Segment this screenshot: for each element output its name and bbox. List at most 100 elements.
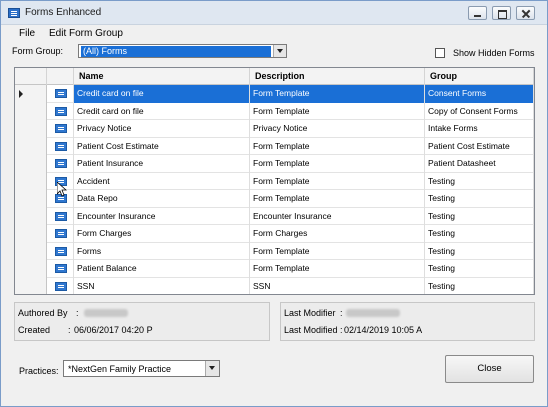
- description-cell[interactable]: Form Template: [250, 190, 425, 208]
- description-cell[interactable]: Form Template: [250, 172, 425, 190]
- column-header-description[interactable]: Description: [250, 68, 425, 85]
- icon-cell: [47, 242, 74, 260]
- practices-dropdown[interactable]: *NextGen Family Practice: [63, 360, 220, 377]
- description-cell[interactable]: Form Template: [250, 137, 425, 155]
- description-cell[interactable]: Form Charges: [250, 225, 425, 243]
- table-row[interactable]: Patient Cost Estimate Form Template Patien…: [15, 137, 534, 155]
- table-row[interactable]: Credit card on file Form Template Consent …: [15, 85, 534, 103]
- row-header-cell[interactable]: [15, 137, 47, 155]
- group-cell[interactable]: Consent Forms: [425, 85, 534, 103]
- close-window-button[interactable]: [516, 6, 535, 20]
- icon-cell: [47, 85, 74, 103]
- name-cell[interactable]: Patient Insurance: [74, 155, 250, 173]
- show-hidden-forms-checkbox[interactable]: [435, 48, 445, 58]
- group-cell[interactable]: Testing: [425, 225, 534, 243]
- form-icon: [55, 106, 67, 116]
- name-cell[interactable]: Privacy Notice: [74, 120, 250, 138]
- row-header-cell[interactable]: [15, 207, 47, 225]
- last-modifier-label: Last Modifier: [284, 308, 336, 318]
- row-header-cell[interactable]: [15, 190, 47, 208]
- window-title: Forms Enhanced: [25, 7, 102, 18]
- name-cell[interactable]: Data Repo: [74, 190, 250, 208]
- icon-cell: [47, 277, 74, 294]
- practices-label: Practices:: [19, 366, 59, 376]
- form-group-label: Form Group:: [12, 46, 64, 56]
- name-cell[interactable]: Credit card on file: [74, 102, 250, 120]
- menu-bar: File Edit Form Group: [1, 26, 547, 42]
- menu-file[interactable]: File: [19, 28, 35, 39]
- forms-app-icon: [8, 8, 20, 18]
- maximize-button[interactable]: [492, 6, 511, 20]
- form-icon: [55, 89, 67, 98]
- table-row[interactable]: Patient Insurance Form Template Patient Da…: [15, 155, 534, 173]
- authoring-info-panel: Authored By : Created : 06/06/2017 04:20…: [14, 302, 270, 341]
- last-modified-value: 02/14/2019 10:05 A: [344, 325, 423, 335]
- group-cell[interactable]: Testing: [425, 207, 534, 225]
- table-row[interactable]: SSN SSN Testing: [15, 277, 534, 294]
- row-header-cell[interactable]: [15, 277, 47, 294]
- name-cell[interactable]: Patient Cost Estimate: [74, 137, 250, 155]
- icon-cell: [47, 137, 74, 155]
- row-header-cell[interactable]: [15, 172, 47, 190]
- form-icon: [55, 281, 67, 291]
- group-cell[interactable]: Testing: [425, 277, 534, 294]
- description-cell[interactable]: SSN: [250, 277, 425, 294]
- column-header-name[interactable]: Name: [74, 68, 250, 85]
- row-header-cell[interactable]: [15, 120, 47, 138]
- group-cell[interactable]: Testing: [425, 190, 534, 208]
- row-header-cell[interactable]: [15, 260, 47, 278]
- description-cell[interactable]: Privacy Notice: [250, 120, 425, 138]
- form-icon: [55, 124, 67, 133]
- form-icon: [55, 264, 67, 273]
- group-cell[interactable]: Patient Cost Estimate: [425, 137, 534, 155]
- table-row[interactable]: Accident Form Template Testing: [15, 172, 534, 190]
- form-icon: [55, 246, 67, 256]
- name-cell[interactable]: Credit card on file: [74, 85, 250, 103]
- table-row[interactable]: Data Repo Form Template Testing: [15, 190, 534, 208]
- row-header-cell[interactable]: [15, 85, 47, 103]
- table-row[interactable]: Forms Form Template Testing: [15, 242, 534, 260]
- name-cell[interactable]: Patient Balance: [74, 260, 250, 278]
- name-cell[interactable]: Encounter Insurance: [74, 207, 250, 225]
- column-header-group[interactable]: Group: [425, 68, 534, 85]
- group-cell[interactable]: Intake Forms: [425, 120, 534, 138]
- minimize-button[interactable]: [468, 6, 487, 20]
- form-group-dropdown[interactable]: (All) Forms: [78, 44, 287, 58]
- icon-cell: [47, 260, 74, 278]
- group-cell[interactable]: Copy of Consent Forms: [425, 102, 534, 120]
- name-cell[interactable]: Accident: [74, 172, 250, 190]
- group-cell[interactable]: Patient Datasheet: [425, 155, 534, 173]
- name-cell[interactable]: SSN: [74, 277, 250, 294]
- row-header-cell[interactable]: [15, 155, 47, 173]
- description-cell[interactable]: Form Template: [250, 155, 425, 173]
- icon-cell: [47, 225, 74, 243]
- group-cell[interactable]: Testing: [425, 242, 534, 260]
- description-cell[interactable]: Form Template: [250, 242, 425, 260]
- table-row[interactable]: Privacy Notice Privacy Notice Intake Forms: [15, 120, 534, 138]
- menu-edit-form-group[interactable]: Edit Form Group: [49, 28, 123, 39]
- title-bar: Forms Enhanced: [1, 1, 547, 25]
- chevron-down-icon[interactable]: [273, 45, 286, 57]
- icon-cell: [47, 102, 74, 120]
- group-cell[interactable]: Testing: [425, 260, 534, 278]
- description-cell[interactable]: Form Template: [250, 260, 425, 278]
- form-group-value: (All) Forms: [81, 46, 271, 57]
- table-row[interactable]: Patient Balance Form Template Testing: [15, 260, 534, 278]
- description-cell[interactable]: Encounter Insurance: [250, 207, 425, 225]
- name-cell[interactable]: Form Charges: [74, 225, 250, 243]
- close-button[interactable]: Close: [445, 355, 534, 383]
- table-row[interactable]: Form Charges Form Charges Testing: [15, 225, 534, 243]
- icon-column: [47, 68, 74, 85]
- last-modifier-colon: :: [340, 308, 343, 318]
- group-cell[interactable]: Testing: [425, 172, 534, 190]
- name-cell[interactable]: Forms: [74, 242, 250, 260]
- description-cell[interactable]: Form Template: [250, 102, 425, 120]
- description-cell[interactable]: Form Template: [250, 85, 425, 103]
- row-header-cell[interactable]: [15, 225, 47, 243]
- table-row[interactable]: Credit card on file Form Template Copy of …: [15, 102, 534, 120]
- row-header-cell[interactable]: [15, 242, 47, 260]
- table-row[interactable]: Encounter Insurance Encounter Insurance Te…: [15, 207, 534, 225]
- row-header-cell[interactable]: [15, 102, 47, 120]
- chevron-down-icon[interactable]: [205, 361, 219, 376]
- form-icon: [55, 229, 67, 238]
